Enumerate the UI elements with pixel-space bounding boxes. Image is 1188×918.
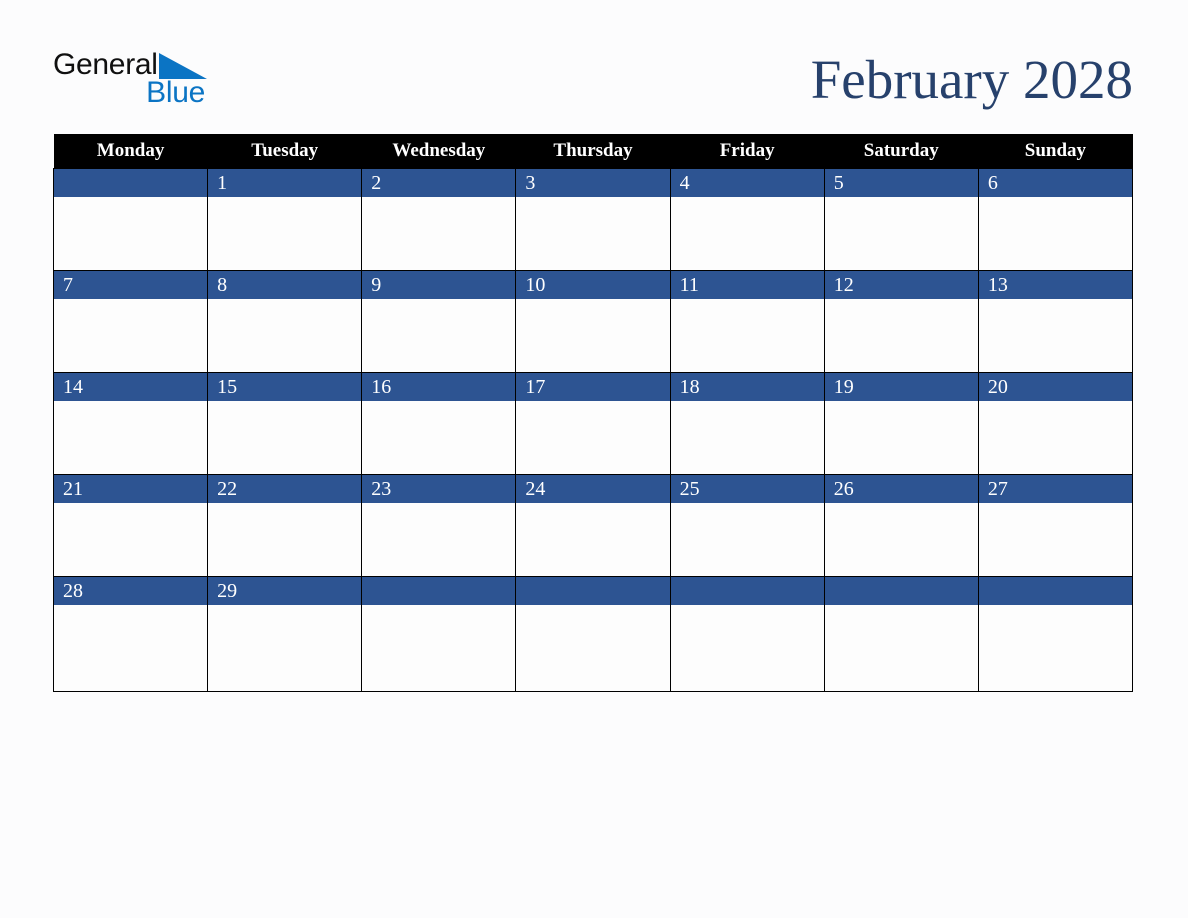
calendar-day-cell[interactable] [515,576,671,692]
calendar-day-cell[interactable]: 6 [977,168,1134,271]
day-number: 6 [978,169,1132,197]
day-number: 27 [978,475,1132,503]
day-number [824,577,978,605]
calendar-day-cell[interactable]: 3 [515,168,671,271]
calendar-day-cell[interactable]: 1 [207,168,363,271]
calendar-week-row: 14 15 16 17 18 19 20 [52,372,1134,475]
calendar-day-cell[interactable]: 7 [52,270,209,373]
calendar-page: General Blue February 2028 Monday Tuesda… [0,0,1188,918]
brand-logo[interactable]: General Blue [53,49,218,109]
day-number: 25 [670,475,824,503]
calendar-week-row: 21 22 23 24 25 26 27 [52,474,1134,577]
day-number: 16 [362,373,516,401]
calendar-day-cell[interactable] [361,576,517,692]
calendar-day-cell[interactable]: 20 [977,372,1134,475]
calendar-day-cell[interactable]: 22 [207,474,363,577]
day-number: 20 [978,373,1132,401]
day-number: 10 [516,271,670,299]
calendar-body: 1 2 3 4 5 6 7 8 9 10 11 12 13 14 15 16 1… [52,168,1134,692]
day-note-area[interactable] [208,605,361,719]
day-number: 19 [824,373,978,401]
calendar-day-cell[interactable] [669,576,825,692]
calendar-day-cell[interactable]: 5 [823,168,979,271]
day-number: 11 [670,271,824,299]
day-number: 21 [54,475,208,503]
calendar-day-cell[interactable]: 27 [977,474,1134,577]
calendar-day-cell[interactable]: 19 [823,372,979,475]
day-number [978,577,1132,605]
day-number: 3 [516,169,670,197]
calendar-day-cell[interactable]: 13 [977,270,1134,373]
calendar-day-cell[interactable]: 16 [361,372,517,475]
day-number: 12 [824,271,978,299]
weekday-header-monday: Monday [53,134,208,169]
day-number: 14 [54,373,208,401]
weekday-header-saturday: Saturday [824,134,979,169]
weekday-header-row: Monday Tuesday Wednesday Thursday Friday… [53,134,1133,169]
day-number [54,169,208,197]
day-number: 9 [362,271,516,299]
day-number: 24 [516,475,670,503]
day-number: 4 [670,169,824,197]
weekday-header-sunday: Sunday [978,134,1133,169]
calendar-day-cell[interactable]: 18 [669,372,825,475]
calendar-day-cell[interactable]: 11 [669,270,825,373]
weekday-header-tuesday: Tuesday [207,134,362,169]
day-number: 13 [978,271,1132,299]
calendar-week-row: 28 29 [52,576,1134,692]
day-number: 22 [208,475,362,503]
calendar-day-cell[interactable]: 15 [207,372,363,475]
calendar-day-cell[interactable] [823,576,979,692]
calendar-day-cell[interactable]: 24 [515,474,671,577]
calendar-day-cell[interactable]: 14 [52,372,209,475]
calendar-day-cell[interactable]: 17 [515,372,671,475]
day-note-area[interactable] [54,605,207,719]
page-header: General Blue February 2028 [53,44,1133,122]
day-note-area[interactable] [671,605,824,719]
day-number: 2 [362,169,516,197]
calendar-day-cell[interactable]: 29 [207,576,363,692]
calendar-day-cell[interactable]: 28 [52,576,209,692]
day-note-area[interactable] [825,605,978,719]
calendar-day-cell[interactable]: 25 [669,474,825,577]
day-number: 28 [54,577,208,605]
day-number: 1 [208,169,362,197]
day-note-area[interactable] [979,605,1132,719]
day-number: 18 [670,373,824,401]
calendar-day-cell[interactable] [52,168,209,271]
day-number: 23 [362,475,516,503]
day-number [670,577,824,605]
day-number: 29 [208,577,362,605]
day-number [516,577,670,605]
calendar-week-row: 7 8 9 10 11 12 13 [52,270,1134,373]
calendar-day-cell[interactable]: 10 [515,270,671,373]
day-number: 17 [516,373,670,401]
day-number [362,577,516,605]
calendar-day-cell[interactable]: 8 [207,270,363,373]
day-number: 7 [54,271,208,299]
page-title: February 2028 [810,49,1133,110]
calendar-day-cell[interactable] [977,576,1134,692]
weekday-header-wednesday: Wednesday [361,134,516,169]
day-number: 8 [208,271,362,299]
weekday-header-thursday: Thursday [515,134,671,169]
calendar-day-cell[interactable]: 12 [823,270,979,373]
calendar-day-cell[interactable]: 26 [823,474,979,577]
calendar-header-row: Monday Tuesday Wednesday Thursday Friday… [53,134,1133,169]
calendar-day-cell[interactable]: 23 [361,474,517,577]
weekday-header-friday: Friday [670,134,825,169]
day-number: 26 [824,475,978,503]
brand-name-blue: Blue [146,76,205,109]
calendar-day-cell[interactable]: 2 [361,168,517,271]
day-note-area[interactable] [516,605,669,719]
calendar-day-cell[interactable]: 4 [669,168,825,271]
day-number: 15 [208,373,362,401]
calendar-grid: Monday Tuesday Wednesday Thursday Friday… [52,134,1134,692]
calendar-day-cell[interactable]: 9 [361,270,517,373]
calendar-week-row: 1 2 3 4 5 6 [52,168,1134,271]
day-note-area[interactable] [362,605,515,719]
calendar-day-cell[interactable]: 21 [52,474,209,577]
day-number: 5 [824,169,978,197]
